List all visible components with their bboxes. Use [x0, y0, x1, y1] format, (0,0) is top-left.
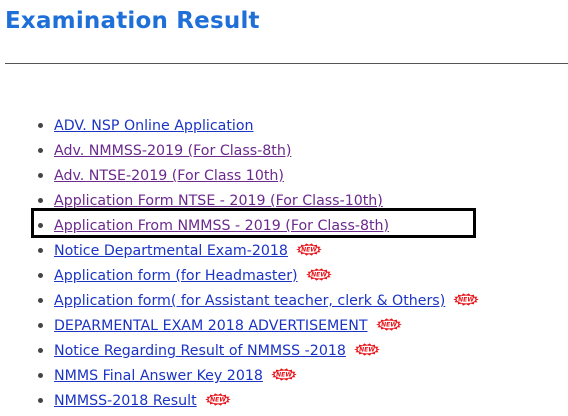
result-link[interactable]: Application Form NTSE - 2019 (For Class-…: [54, 193, 383, 209]
bullet-icon: [38, 173, 43, 178]
page-title: Examination Result: [5, 8, 260, 34]
result-link[interactable]: Adv. NTSE-2019 (For Class 10th): [54, 168, 284, 184]
bullet-icon: [38, 323, 43, 328]
result-link[interactable]: NMMSS-2018 Result: [54, 393, 197, 409]
new-badge-icon: NEW: [204, 392, 231, 406]
new-badge-text: NEW: [276, 371, 292, 378]
list-item: Notice Departmental Exam-2018 NEW: [36, 241, 479, 266]
highlight-box: [31, 208, 476, 238]
bullet-icon: [38, 298, 43, 303]
list-item: NMMS Final Answer Key 2018 NEW: [36, 366, 479, 391]
new-badge-text: NEW: [458, 296, 474, 303]
list-item: Notice Regarding Result of NMMSS -2018 NE…: [36, 341, 479, 366]
result-link[interactable]: Notice Departmental Exam-2018: [54, 243, 288, 259]
bullet-icon: [38, 248, 43, 253]
new-badge-icon: NEW: [296, 242, 322, 256]
new-badge-icon: NEW: [375, 317, 402, 331]
result-link[interactable]: Notice Regarding Result of NMMSS -2018: [54, 343, 346, 359]
new-badge-icon: NEW: [271, 367, 297, 381]
result-link[interactable]: Application form (for Headmaster): [54, 268, 298, 284]
result-link[interactable]: DEPARMENTAL EXAM 2018 ADVERTISEMENT: [54, 318, 368, 334]
new-badge-text: NEW: [311, 271, 327, 278]
list-item: Adv. NMMSS-2019 (For Class-8th): [36, 141, 479, 166]
result-link[interactable]: NMMS Final Answer Key 2018: [54, 368, 263, 384]
new-badge-text: NEW: [381, 321, 397, 328]
list-item: NMMSS-2018 Result NEW: [36, 391, 479, 416]
result-link[interactable]: ADV. NSP Online Application: [54, 118, 254, 134]
bullet-icon: [38, 273, 43, 278]
bullet-icon: [38, 373, 43, 378]
bullet-icon: [38, 398, 43, 403]
result-link[interactable]: Adv. NMMSS-2019 (For Class-8th): [54, 143, 291, 159]
new-badge-text: NEW: [359, 346, 375, 353]
new-badge-text: NEW: [301, 246, 317, 253]
list-item: Adv. NTSE-2019 (For Class 10th): [36, 166, 479, 191]
new-badge-icon: NEW: [453, 292, 480, 306]
bullet-icon: [38, 198, 43, 203]
list-item: Application form( for Assistant teacher,…: [36, 291, 480, 316]
list-item: DEPARMENTAL EXAM 2018 ADVERTISEMENT NEW: [36, 316, 479, 341]
list-item: ADV. NSP Online Application: [36, 116, 479, 141]
list-item: Application form (for Headmaster) NEW: [36, 266, 479, 291]
new-badge-icon: NEW: [354, 342, 380, 356]
result-link-list: ADV. NSP Online Application Adv. NMMSS-20…: [36, 116, 480, 416]
bullet-icon: [38, 348, 43, 353]
horizontal-divider: [5, 63, 568, 64]
bullet-icon: [38, 123, 43, 128]
result-link[interactable]: Application form( for Assistant teacher,…: [54, 293, 445, 309]
bullet-icon: [38, 148, 43, 153]
new-badge-icon: NEW: [305, 267, 332, 281]
new-badge-text: NEW: [210, 396, 226, 403]
